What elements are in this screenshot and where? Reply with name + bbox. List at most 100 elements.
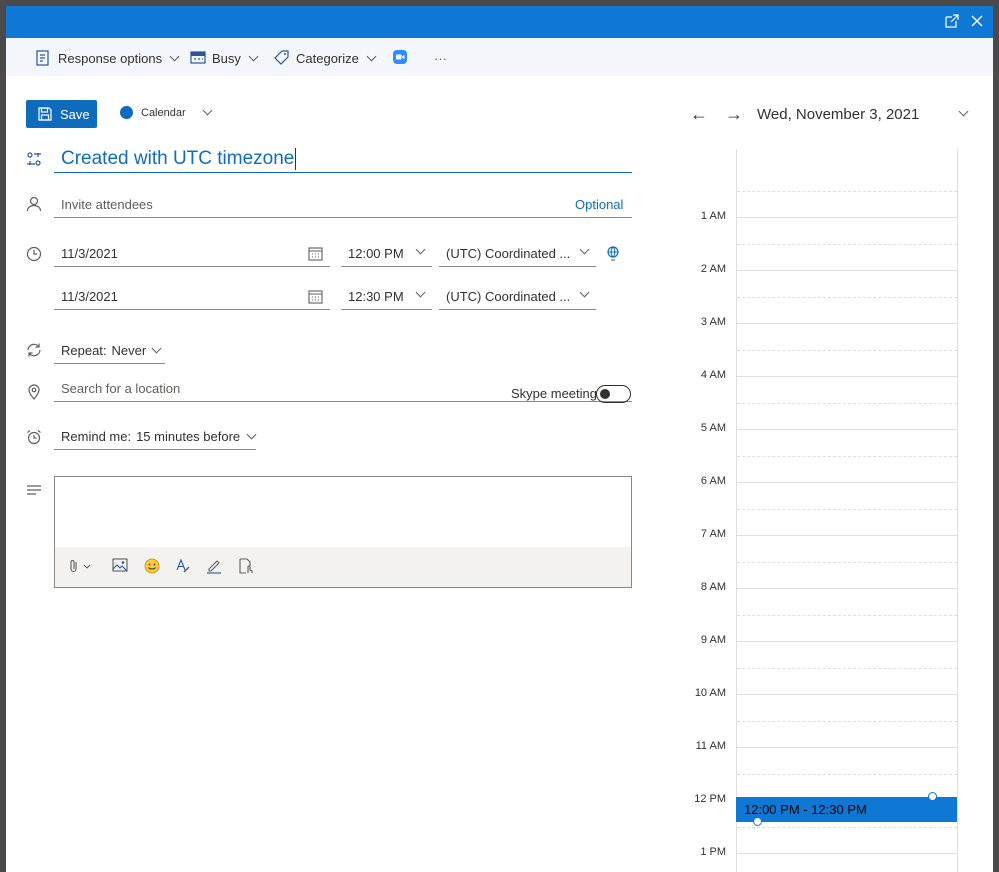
remind-value: 15 minutes before — [136, 428, 241, 444]
hour-label: 2 AM — [700, 263, 726, 275]
repeat-icon — [26, 342, 42, 358]
calendar-icon[interactable] — [308, 246, 323, 264]
start-timezone-value: (UTC) Coordinated ... — [446, 245, 571, 261]
calendar-icon[interactable] — [308, 289, 323, 307]
close-icon[interactable] — [971, 14, 983, 30]
event-resize-handle-bottom[interactable] — [753, 817, 762, 826]
location-pin-icon — [26, 384, 42, 400]
location-placeholder: Search for a location — [61, 380, 181, 396]
save-button[interactable]: Save — [26, 100, 97, 128]
chevron-down-icon — [151, 343, 162, 353]
start-timezone-select[interactable]: (UTC) Coordinated ... — [439, 240, 596, 267]
event-resize-handle-top[interactable] — [928, 792, 937, 801]
start-date-value: 11/3/2021 — [61, 245, 118, 261]
reminder-select[interactable]: Remind me: 15 minutes before — [54, 423, 257, 450]
chevron-down-icon — [579, 244, 590, 255]
start-time-value: 12:00 PM — [348, 245, 404, 261]
ribbon-toolbar: Response options Busy Categorize ··· — [6, 38, 993, 76]
start-time-select[interactable]: 12:00 PM — [341, 240, 432, 267]
zoom-meeting-button[interactable] — [392, 48, 408, 68]
categorize-button[interactable]: Categorize — [274, 48, 377, 68]
hour-line — [737, 429, 957, 430]
remind-label: Remind me: — [61, 428, 132, 444]
hour-label: 1 PM — [700, 846, 726, 858]
event-window: Response options Busy Categorize ··· Sav — [6, 6, 993, 872]
title-options-icon[interactable] — [26, 151, 42, 167]
end-time-select[interactable]: 12:30 PM — [341, 283, 432, 310]
calendar-selector[interactable]: Calendar — [120, 105, 213, 119]
repeat-value: Never — [111, 342, 147, 358]
hour-line — [737, 535, 957, 536]
skype-meeting-toggle[interactable] — [596, 385, 631, 403]
alarm-clock-icon — [26, 429, 42, 445]
chevron-down-icon — [366, 51, 377, 61]
title-bar — [6, 6, 993, 38]
event-time-label: 12:00 PM - 12:30 PM — [744, 802, 867, 817]
notes-icon — [26, 484, 42, 500]
insert-picture-icon[interactable] — [112, 558, 130, 576]
more-options-button[interactable]: ··· — [434, 48, 447, 68]
touch-select-icon[interactable] — [238, 558, 256, 576]
hour-line — [737, 376, 957, 377]
chevron-down-icon — [246, 429, 257, 439]
save-label: Save — [60, 106, 90, 122]
busy-status-icon — [190, 50, 206, 66]
end-timezone-value: (UTC) Coordinated ... — [446, 288, 571, 304]
end-timezone-select[interactable]: (UTC) Coordinated ... — [439, 283, 596, 310]
hour-label: 7 AM — [700, 528, 726, 540]
calendar-label: Calendar — [141, 106, 186, 119]
format-text-icon[interactable] — [175, 558, 193, 576]
notes-editor[interactable] — [54, 476, 632, 588]
start-date-input[interactable]: 11/3/2021 — [54, 240, 330, 267]
day-view-date[interactable]: Wed, November 3, 2021 — [757, 106, 919, 123]
categorize-label: Categorize — [296, 50, 359, 66]
next-day-arrow-icon[interactable]: → — [725, 104, 743, 125]
hour-label: 1 AM — [700, 210, 726, 222]
half-hour-line — [737, 720, 957, 722]
day-view-grid[interactable] — [736, 149, 958, 872]
response-options-button[interactable]: Response options — [36, 48, 180, 68]
event-block[interactable]: 12:00 PM - 12:30 PM — [736, 797, 957, 822]
half-hour-line — [737, 190, 957, 192]
tag-icon — [274, 50, 290, 66]
half-hour-line — [737, 561, 957, 563]
end-date-value: 11/3/2021 — [61, 288, 118, 304]
attendees-input[interactable]: Invite attendees — [54, 191, 632, 218]
hour-line — [737, 747, 957, 748]
end-date-input[interactable]: 11/3/2021 — [54, 283, 330, 310]
save-icon — [38, 107, 52, 121]
response-options-icon — [36, 50, 52, 66]
hour-label: 6 AM — [700, 475, 726, 487]
pop-out-icon[interactable] — [945, 14, 959, 31]
attendees-placeholder: Invite attendees — [61, 196, 153, 212]
previous-day-arrow-icon[interactable]: ← — [690, 104, 708, 125]
emoji-icon[interactable] — [144, 558, 162, 576]
half-hour-line — [737, 667, 957, 669]
text-cursor — [295, 147, 297, 170]
half-hour-line — [737, 455, 957, 457]
hour-label: 4 AM — [700, 369, 726, 381]
chevron-down-icon — [248, 51, 259, 61]
chevron-down-icon — [579, 287, 590, 298]
globe-icon[interactable] — [606, 246, 620, 265]
clock-icon — [26, 246, 42, 262]
day-view-chevron-down-icon[interactable] — [958, 106, 969, 117]
repeat-label: Repeat: — [61, 342, 107, 358]
hour-line — [737, 853, 957, 854]
busy-button[interactable]: Busy — [190, 48, 259, 68]
title-input[interactable]: Created with UTC timezone — [54, 146, 632, 173]
half-hour-line — [737, 826, 957, 828]
title-text: Created with UTC timezone — [61, 148, 295, 169]
chevron-down-icon — [415, 244, 426, 255]
calendar-color-dot — [120, 106, 133, 119]
zoom-icon — [392, 49, 408, 68]
half-hour-line — [737, 296, 957, 298]
signature-pen-icon[interactable] — [206, 558, 224, 576]
repeat-select[interactable]: Repeat: Never — [54, 337, 165, 364]
chevron-down-icon — [169, 51, 180, 61]
end-time-value: 12:30 PM — [348, 288, 404, 304]
half-hour-line — [737, 508, 957, 510]
optional-attendees-link[interactable]: Optional — [575, 197, 623, 212]
hour-label: 9 AM — [700, 634, 726, 646]
attach-icon[interactable] — [69, 558, 95, 576]
